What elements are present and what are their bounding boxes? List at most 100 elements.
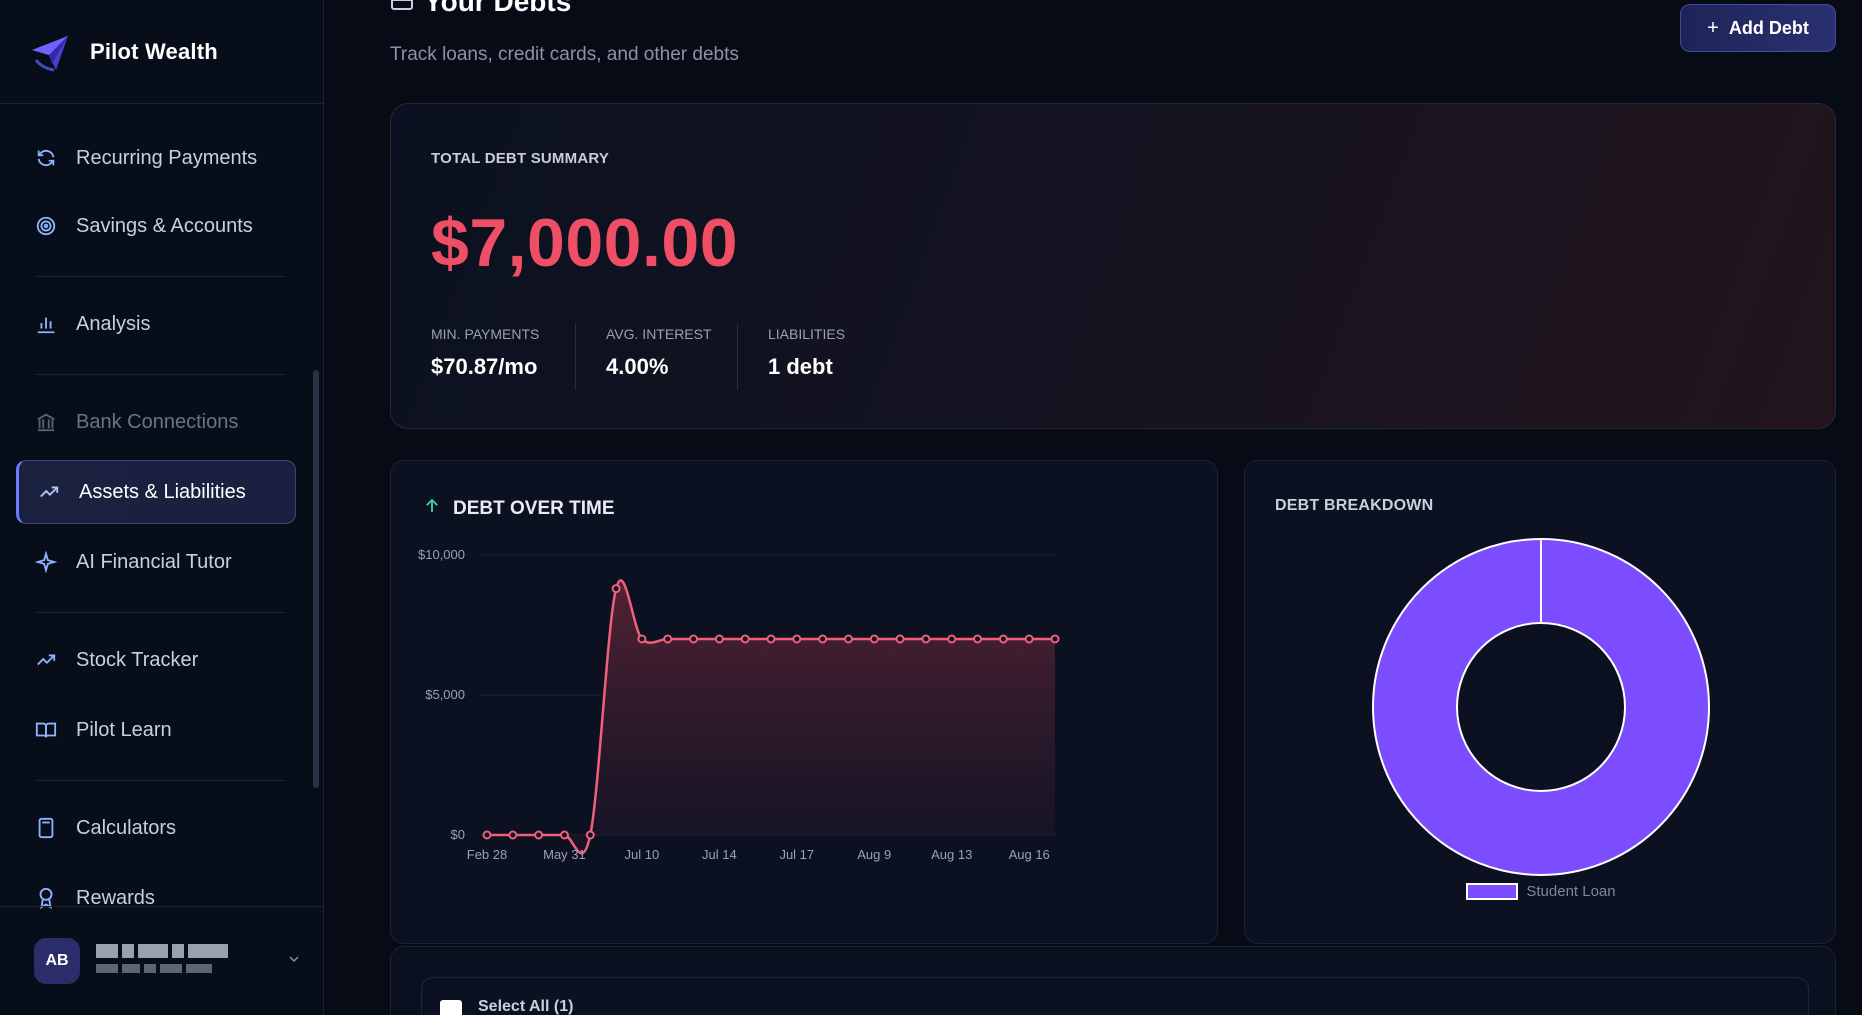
- user-menu[interactable]: AB: [0, 906, 323, 1015]
- data-point[interactable]: [1050, 634, 1060, 644]
- data-point[interactable]: [792, 634, 802, 644]
- add-debt-button[interactable]: + Add Debt: [1680, 4, 1836, 52]
- chart-legend: Student Loan: [1245, 883, 1837, 900]
- chevron-down-icon[interactable]: [286, 951, 302, 972]
- total-debt-value: $7,000.00: [431, 205, 739, 281]
- sidebar-item-label: Recurring Payments: [76, 146, 258, 169]
- data-point[interactable]: [766, 634, 776, 644]
- sidebar-item-bank-connections[interactable]: Bank Connections: [16, 390, 296, 454]
- sidebar-item-pilot-learn[interactable]: Pilot Learn: [16, 698, 296, 762]
- sidebar: Pilot Wealth Recurring Payments Savings …: [0, 0, 324, 1015]
- data-point[interactable]: [559, 830, 569, 840]
- add-debt-label: Add Debt: [1728, 17, 1809, 38]
- calculator-icon: [34, 816, 58, 840]
- data-point[interactable]: [585, 830, 595, 840]
- donut-hole: [1456, 622, 1626, 792]
- paper-plane-logo-icon: [32, 35, 68, 71]
- refresh-icon: [34, 146, 58, 170]
- sidebar-scrollbar[interactable]: [313, 370, 319, 788]
- debts-list-header: Select All (1): [421, 977, 1809, 1015]
- data-point[interactable]: [637, 634, 647, 644]
- x-tick-label: Jul 14: [702, 847, 737, 862]
- page-subtitle: Track loans, credit cards, and other deb…: [390, 44, 739, 65]
- sidebar-item-analysis[interactable]: Analysis: [16, 292, 296, 356]
- sidebar-item-recurring-payments[interactable]: Recurring Payments: [16, 126, 296, 190]
- x-tick-label: Feb 28: [467, 847, 507, 862]
- sidebar-item-savings-accounts[interactable]: Savings & Accounts: [16, 194, 296, 258]
- x-tick-label: Aug 9: [857, 847, 891, 862]
- app: Pilot Wealth Recurring Payments Savings …: [0, 0, 1862, 1015]
- data-point[interactable]: [534, 830, 544, 840]
- sidebar-item-ai-financial-tutor[interactable]: AI Financial Tutor: [16, 530, 296, 594]
- sidebar-item-label: Bank Connections: [76, 410, 239, 433]
- stat-value: 1 debt: [768, 354, 833, 379]
- bar-chart-icon: [34, 312, 58, 336]
- y-tick-label: $10,000: [418, 547, 465, 562]
- stat-value: $70.87/mo: [431, 354, 538, 379]
- select-all[interactable]: Select All (1): [440, 992, 573, 1015]
- stat-avg-interest: AVG. INTEREST 4.00%: [606, 326, 712, 380]
- avatar: AB: [34, 938, 80, 984]
- total-debt-summary-card: TOTAL DEBT SUMMARY $7,000.00 MIN. PAYMEN…: [390, 103, 1836, 429]
- select-all-checkbox[interactable]: [440, 1000, 462, 1015]
- sidebar-item-label: AI Financial Tutor: [76, 550, 232, 573]
- credit-card-icon: [390, 0, 414, 14]
- stat-label: LIABILITIES: [768, 326, 846, 342]
- debts-list-card: Select All (1): [390, 946, 1836, 1015]
- nav-divider: [36, 780, 286, 781]
- data-point[interactable]: [998, 634, 1008, 644]
- page-title: Your Debts: [390, 0, 571, 18]
- data-point[interactable]: [508, 830, 518, 840]
- stat-label: MIN. PAYMENTS: [431, 326, 540, 342]
- stat-value: 4.00%: [606, 354, 669, 379]
- x-tick-label: May 31: [543, 847, 586, 862]
- data-point[interactable]: [947, 634, 957, 644]
- nav-divider: [36, 374, 286, 375]
- stat-liabilities: LIABILITIES 1 debt: [768, 326, 845, 380]
- book-icon: [34, 718, 58, 742]
- target-icon: [34, 214, 58, 238]
- sidebar-item-stock-tracker[interactable]: Stock Tracker: [16, 628, 296, 692]
- debt-breakdown-chart: [1372, 538, 1710, 876]
- debt-over-time-card: DEBT OVER TIME $0 $5,000 $10,000 Feb 28 May …: [390, 460, 1218, 944]
- data-point[interactable]: [740, 634, 750, 644]
- sidebar-item-label: Assets & Liabilities: [79, 480, 246, 503]
- x-tick-label: Jul 10: [625, 847, 660, 862]
- x-tick-label: Aug 16: [1009, 847, 1050, 862]
- user-info-redacted: [96, 943, 266, 979]
- data-point[interactable]: [482, 830, 492, 840]
- data-point[interactable]: [1024, 634, 1034, 644]
- data-point[interactable]: [973, 634, 983, 644]
- data-point[interactable]: [843, 634, 853, 644]
- y-tick-label: $5,000: [425, 687, 465, 702]
- stat-label: AVG. INTEREST: [606, 326, 712, 342]
- debt-breakdown-card: DEBT BREAKDOWN Student Loan: [1244, 460, 1836, 944]
- trending-up-icon: [34, 648, 58, 672]
- data-point[interactable]: [714, 634, 724, 644]
- sidebar-item-assets-liabilities[interactable]: Assets & Liabilities: [16, 460, 296, 524]
- select-all-label: Select All (1): [478, 998, 574, 1015]
- sidebar-item-label: Savings & Accounts: [76, 214, 253, 237]
- plus-icon: +: [1707, 16, 1719, 39]
- page-title-text: Your Debts: [424, 0, 572, 17]
- brand[interactable]: Pilot Wealth: [0, 0, 323, 104]
- data-point[interactable]: [869, 634, 879, 644]
- data-point[interactable]: [611, 584, 621, 594]
- data-point[interactable]: [921, 634, 931, 644]
- main-content: Your Debts Track loans, credit cards, an…: [324, 0, 1862, 1015]
- data-point[interactable]: [689, 634, 699, 644]
- summary-caption: TOTAL DEBT SUMMARY: [431, 150, 610, 167]
- sidebar-nav: Recurring Payments Savings & Accounts An…: [0, 104, 323, 909]
- nav-divider: [36, 276, 286, 277]
- sidebar-item-calculators[interactable]: Calculators: [16, 796, 296, 860]
- stat-divider: [575, 324, 576, 390]
- y-tick-label: $0: [451, 827, 465, 842]
- data-point[interactable]: [663, 634, 673, 644]
- trending-up-icon: [37, 480, 61, 504]
- sidebar-item-label: Calculators: [76, 816, 177, 839]
- nav-divider: [36, 612, 286, 613]
- data-point[interactable]: [895, 634, 905, 644]
- data-point[interactable]: [818, 634, 828, 644]
- sparkle-icon: [34, 550, 58, 574]
- area-fill: [487, 580, 1055, 854]
